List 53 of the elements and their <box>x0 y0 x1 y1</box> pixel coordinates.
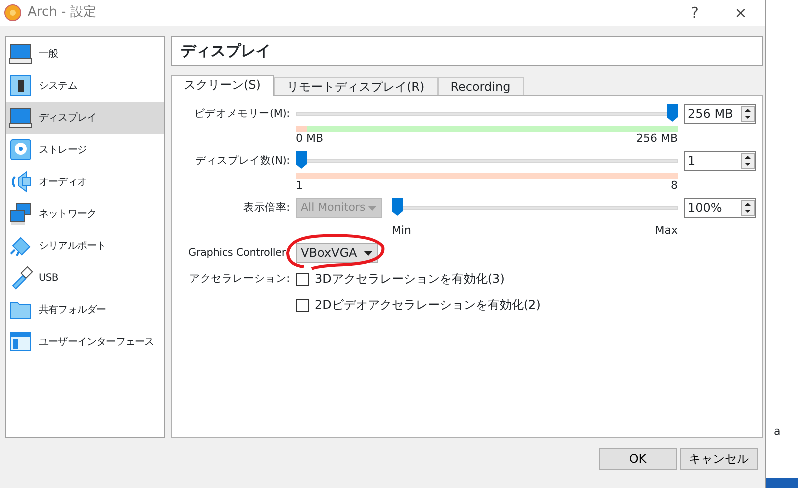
window-icon <box>9 330 33 354</box>
app-icon <box>4 4 22 22</box>
background-text: a <box>774 424 781 440</box>
controller-select[interactable]: VBoxVGA <box>296 243 378 263</box>
sidebar-item[interactable]: オーディオ <box>6 166 164 198</box>
taskbar <box>766 478 798 488</box>
slider-thumb[interactable] <box>296 151 307 169</box>
speaker-icon <box>9 170 33 194</box>
field-label: ビデオメモリー(M): <box>194 108 290 120</box>
tab[interactable]: Recording <box>438 77 524 96</box>
checkbox-option[interactable]: 2Dビデオアクセラレーションを有効化(2) <box>296 295 678 315</box>
spin-arrows-icon <box>741 106 755 122</box>
spin-arrows-icon <box>741 153 755 169</box>
spin-box[interactable]: 1 <box>684 151 756 171</box>
field-label: アクセラレーション: <box>189 273 290 285</box>
sidebar-item[interactable]: ネットワーク <box>6 198 164 230</box>
tab[interactable]: リモートディスプレイ(R) <box>274 77 438 96</box>
range-label: Min <box>392 224 412 237</box>
spin-arrows-icon <box>741 200 755 216</box>
monitor-icon <box>9 42 33 66</box>
help-button[interactable]: ? <box>675 2 715 24</box>
range-label: 8 <box>671 179 678 192</box>
spin-box[interactable]: 256 MB <box>684 104 756 124</box>
sidebar-item[interactable]: ストレージ <box>6 134 164 166</box>
range-label: 0 MB <box>296 132 324 145</box>
field-label: 表示倍率: <box>243 202 290 214</box>
checkbox-option[interactable]: 3Dアクセラレーションを有効化(3) <box>296 269 678 289</box>
chip-icon <box>9 74 33 98</box>
page-title: ディスプレイ <box>171 36 763 66</box>
sidebar-item[interactable]: ユーザーインターフェース <box>6 326 164 358</box>
sidebar-item[interactable]: シリアルポート <box>6 230 164 262</box>
field-label: Graphics Controller <box>188 247 286 259</box>
range-label: 1 <box>296 179 303 192</box>
slider-thumb[interactable] <box>667 104 678 122</box>
sidebar-item[interactable]: システム <box>6 70 164 102</box>
sidebar-item[interactable]: 一般 <box>6 38 164 70</box>
range-label: 256 MB <box>636 132 678 145</box>
window-title: Arch - 設定 <box>28 4 96 22</box>
dropdown-caret-icon <box>368 206 377 210</box>
spin-box[interactable]: 100% <box>684 198 756 218</box>
network-icon <box>9 202 33 226</box>
tab[interactable]: スクリーン(S) <box>171 75 274 96</box>
sidebar-item[interactable]: ディスプレイ <box>6 102 164 134</box>
monitor-icon <box>9 106 33 130</box>
sidebar-item[interactable]: USB <box>6 262 164 294</box>
field-label: ディスプレイ数(N): <box>196 155 290 167</box>
dropdown-caret-icon <box>364 250 373 256</box>
sidebar-item[interactable]: 共有フォルダー <box>6 294 164 326</box>
dialog-button[interactable]: OK <box>599 448 677 470</box>
range-label: Max <box>655 224 678 237</box>
dialog-button[interactable]: キャンセル <box>680 448 758 470</box>
close-button[interactable]: × <box>721 2 761 24</box>
slider-thumb[interactable] <box>392 198 403 216</box>
